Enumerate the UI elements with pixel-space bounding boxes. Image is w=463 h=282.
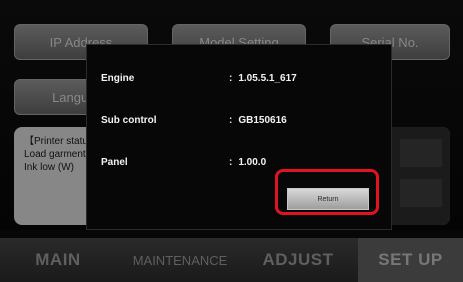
sub-control-label: Sub control xyxy=(101,115,157,126)
panel-value-wrap: :1.00.0 xyxy=(229,157,266,168)
engine-value-wrap: :1.05.5.1_617 xyxy=(229,73,297,84)
colon-separator: : xyxy=(229,115,233,126)
tab-main[interactable]: MAIN xyxy=(10,238,106,282)
bottom-tab-bar: MAIN MAINTENANCE ADJUST SET UP xyxy=(0,238,463,282)
sub-control-value-wrap: : GB150616 xyxy=(229,115,287,126)
engine-value: 1.05.5.1_617 xyxy=(238,73,297,84)
tab-adjust[interactable]: ADJUST xyxy=(244,238,352,282)
setup-screen: IP Address Model Setting Serial No. Lang… xyxy=(0,0,463,282)
tab-maintenance[interactable]: MAINTENANCE xyxy=(120,238,240,282)
return-button[interactable]: Return xyxy=(287,188,369,210)
panel-label: Panel xyxy=(101,157,128,168)
engine-label: Engine xyxy=(101,73,135,84)
tab-setup[interactable]: SET UP xyxy=(358,238,463,282)
panel-value: 1.00.0 xyxy=(238,157,267,168)
sub-control-value: GB150616 xyxy=(238,115,287,126)
colon-separator: : xyxy=(229,73,233,84)
colon-separator: : xyxy=(229,157,233,168)
version-dialog: Engine :1.05.5.1_617 Sub control : GB1506… xyxy=(86,44,392,230)
